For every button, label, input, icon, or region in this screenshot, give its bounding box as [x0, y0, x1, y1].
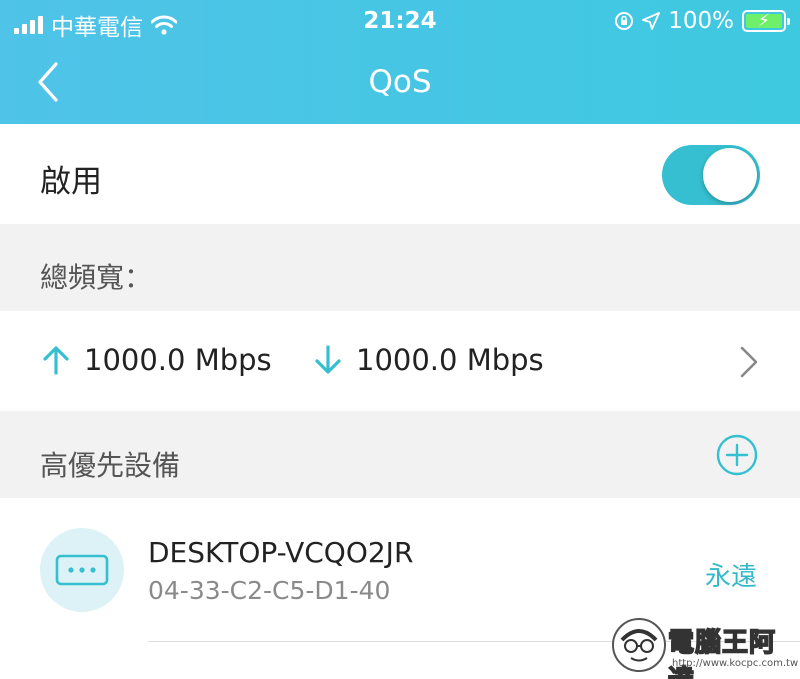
upload-bandwidth: 1000.0 Mbps — [40, 343, 272, 377]
toggle-knob — [703, 148, 757, 202]
download-value: 1000.0 Mbps — [356, 343, 544, 377]
device-name: DESKTOP-VCQO2JR — [148, 536, 414, 569]
download-arrow-icon — [315, 345, 341, 374]
device-priority-duration[interactable]: 永遠 — [705, 556, 757, 593]
upload-value: 1000.0 Mbps — [84, 343, 272, 377]
bandwidth-section-label: 總頻寬： — [40, 261, 153, 294]
battery-percent: 100% — [668, 8, 734, 34]
device-avatar — [40, 528, 124, 612]
device-mac: 04-33-C2-C5-D1-40 — [148, 576, 391, 605]
nav-bar: QoS — [0, 44, 800, 124]
bandwidth-row[interactable]: 1000.0 Mbps 1000.0 Mbps — [0, 311, 800, 411]
download-bandwidth: 1000.0 Mbps — [312, 343, 544, 377]
upload-arrow-icon — [43, 346, 69, 375]
app-header: 中華電信 21:24 100% ⚡ QoS — [0, 0, 800, 124]
status-right: 100% ⚡ — [614, 8, 790, 34]
status-bar: 中華電信 21:24 100% ⚡ — [0, 0, 800, 44]
watermark-text: 電腦王阿達 — [667, 627, 777, 679]
device-type-icon — [55, 554, 109, 586]
chevron-right-icon[interactable] — [738, 345, 760, 379]
priority-section-label: 高優先設備 — [40, 449, 181, 482]
watermark-logo: 電腦王阿達 http://www.kocpc.com.tw — [612, 616, 799, 679]
location-arrow-icon — [642, 12, 661, 30]
mascot-face-icon — [612, 618, 666, 672]
watermark-url: http://www.kocpc.com.tw — [672, 658, 799, 669]
battery-icon: ⚡ — [742, 10, 790, 32]
enable-label: 啟用 — [40, 164, 102, 200]
page-title: QoS — [368, 64, 432, 100]
enable-toggle[interactable] — [662, 145, 760, 205]
orientation-lock-icon — [615, 12, 634, 30]
add-device-icon[interactable] — [716, 434, 758, 476]
